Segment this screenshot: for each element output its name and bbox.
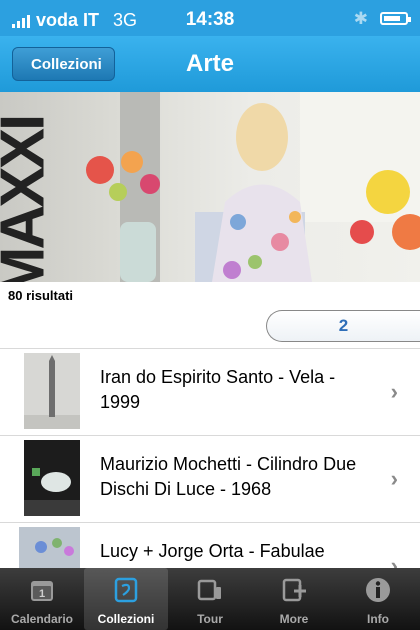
tab-bar: 1 Calendario Collezioni Tour More Info (0, 568, 420, 630)
tab-more[interactable]: More (252, 568, 336, 630)
page-selector[interactable]: 2 (266, 310, 420, 342)
hero-image: MAXXI (0, 92, 420, 282)
tab-calendario[interactable]: 1 Calendario (0, 568, 84, 630)
chevron-right-icon: › (390, 379, 398, 404)
results-count: 80 risultati (8, 288, 74, 303)
artwork-thumbnail (24, 353, 80, 429)
page-title: Arte (185, 50, 234, 77)
maxxi-logo: MAXXI (0, 116, 58, 282)
calendar-icon: 1 (31, 581, 53, 601)
bluetooth-icon: ✱ (353, 9, 368, 28)
tab-info[interactable]: Info (336, 568, 420, 630)
list-item[interactable]: Maurizio Mochetti - Cilindro Due Dischi … (0, 436, 420, 523)
collections-icon (114, 577, 138, 603)
tour-icon (197, 579, 221, 601)
battery-icon (380, 12, 411, 25)
status-bar: voda IT 3G 14:38 ✱ (0, 0, 420, 36)
svg-text:1: 1 (39, 588, 45, 600)
tab-label: Tour (197, 612, 223, 626)
tab-label: Calendario (10, 612, 73, 626)
tab-label: Info (367, 612, 389, 626)
tab-label: More (279, 612, 309, 626)
navigation-bar: Collezioni Arte (0, 36, 420, 93)
hero-photo (86, 92, 420, 282)
tab-tour[interactable]: Tour (168, 568, 252, 630)
artwork-thumbnail (24, 440, 80, 516)
info-icon (366, 578, 390, 602)
list-item[interactable]: Iran do Espirito Santo - Vela - 1999 › (0, 349, 420, 436)
chevron-right-icon: › (390, 466, 398, 491)
tab-label: Collezioni (97, 612, 155, 626)
tab-collezioni[interactable]: Collezioni (84, 568, 168, 630)
more-icon (282, 578, 306, 602)
list-item-title: Iran do Espirito Santo - Vela - 1999 (100, 367, 336, 412)
list-item-title: Maurizio Mochetti - Cilindro Due Dischi … (100, 454, 357, 499)
